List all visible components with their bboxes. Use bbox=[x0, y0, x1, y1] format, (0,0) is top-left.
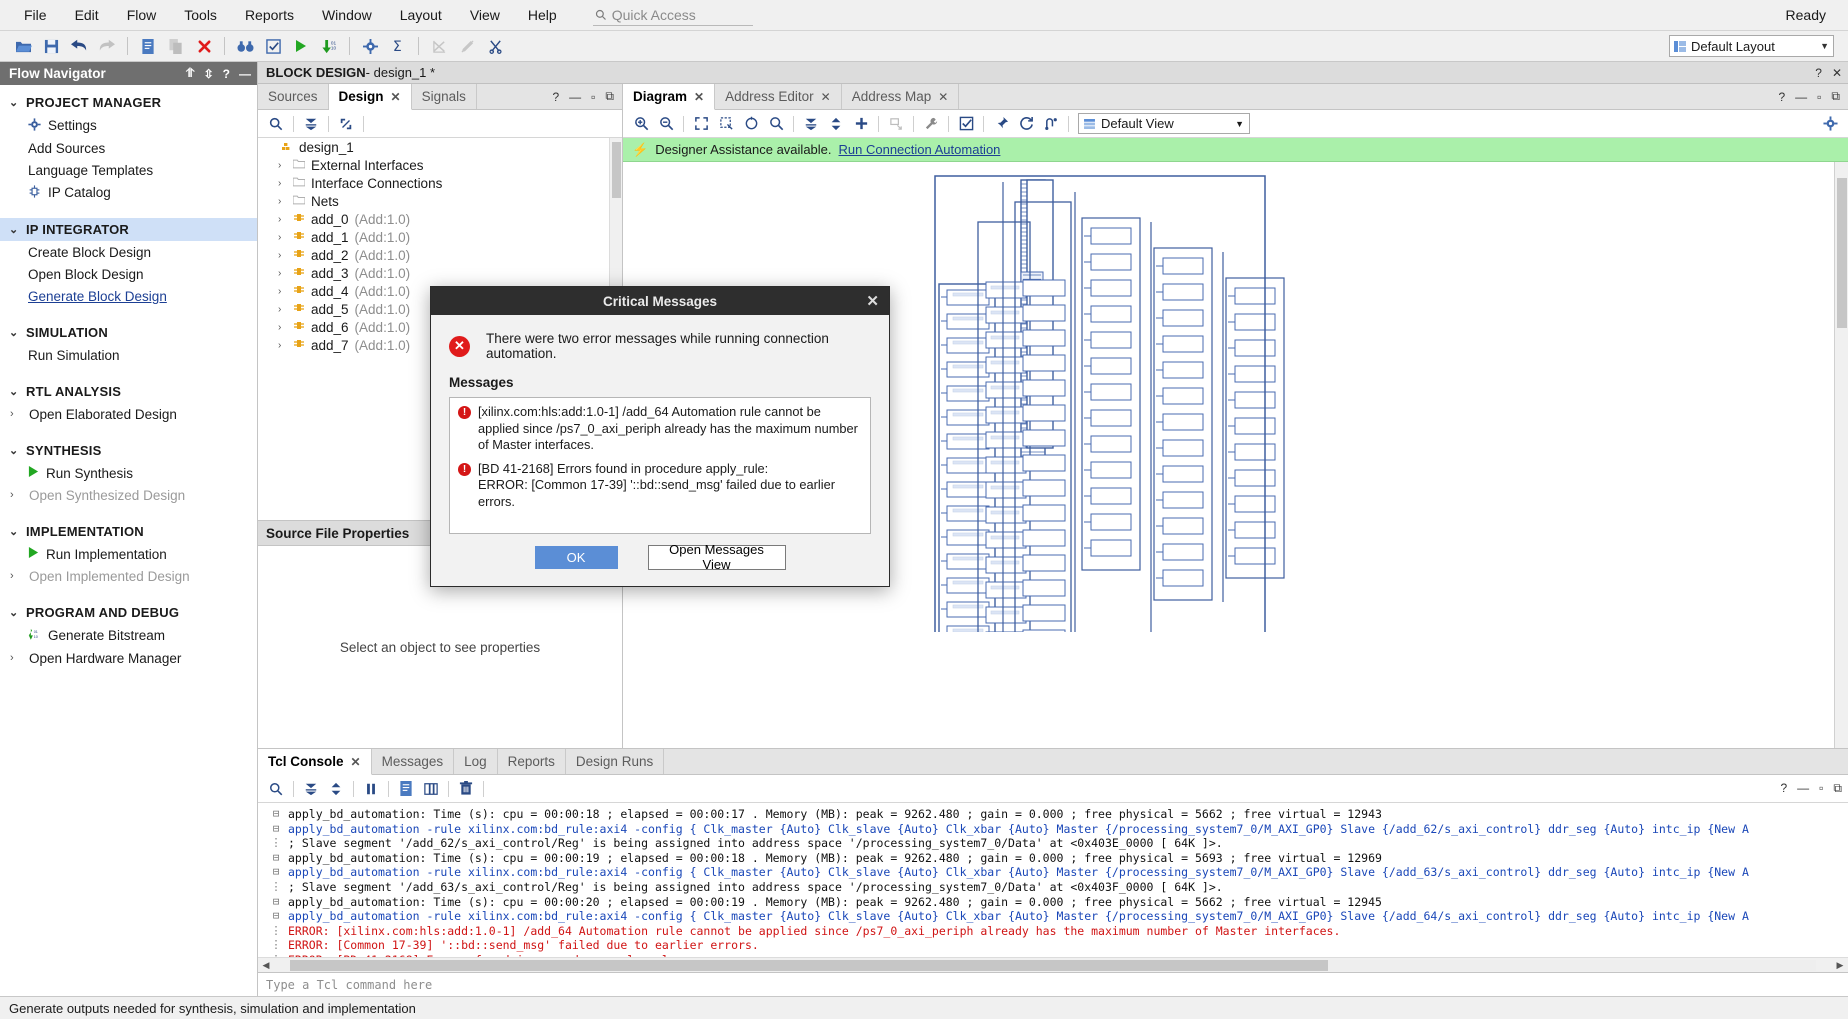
dialog-title: Critical Messages bbox=[602, 293, 718, 309]
dialog-title-bar: Critical Messages ✕ bbox=[431, 287, 889, 315]
error-icon: ✕ bbox=[449, 335, 470, 357]
error-icon: ! bbox=[458, 406, 471, 419]
messages-label: Messages bbox=[449, 375, 514, 390]
error-icon: ! bbox=[458, 462, 471, 476]
critical-messages-dialog: Critical Messages ✕ ✕ There were two err… bbox=[430, 286, 890, 587]
close-icon[interactable]: ✕ bbox=[866, 292, 879, 310]
ok-button[interactable]: OK bbox=[534, 545, 618, 569]
dialog-summary-text: There were two error messages while runn… bbox=[486, 331, 829, 361]
messages-list[interactable]: ! [xilinx.com:hls:add:1.0-1] /add_64 Auto… bbox=[449, 397, 871, 534]
open-messages-view-button[interactable]: Open Messages View bbox=[647, 542, 786, 572]
message-text: [xilinx.com:hls:add:1.0-1] /add_64 Autom… bbox=[478, 404, 862, 452]
message-item[interactable]: ! [xilinx.com:hls:add:1.0-1] /add_64 Auto… bbox=[458, 404, 862, 454]
dialog-summary-row: ✕ There were two error messages while ru… bbox=[449, 331, 871, 361]
dialog-button-row: OK Open Messages View bbox=[431, 534, 889, 586]
modal-overlay: Critical Messages ✕ ✕ There were two err… bbox=[0, 0, 1848, 1019]
message-item[interactable]: ! [BD 41-2168] Errors found in procedure … bbox=[458, 461, 862, 511]
open-messages-view-label: Open Messages View bbox=[669, 542, 764, 572]
dialog-body: ✕ There were two error messages while ru… bbox=[431, 315, 889, 534]
message-text: [BD 41-2168] Errors found in procedure a… bbox=[478, 460, 835, 509]
